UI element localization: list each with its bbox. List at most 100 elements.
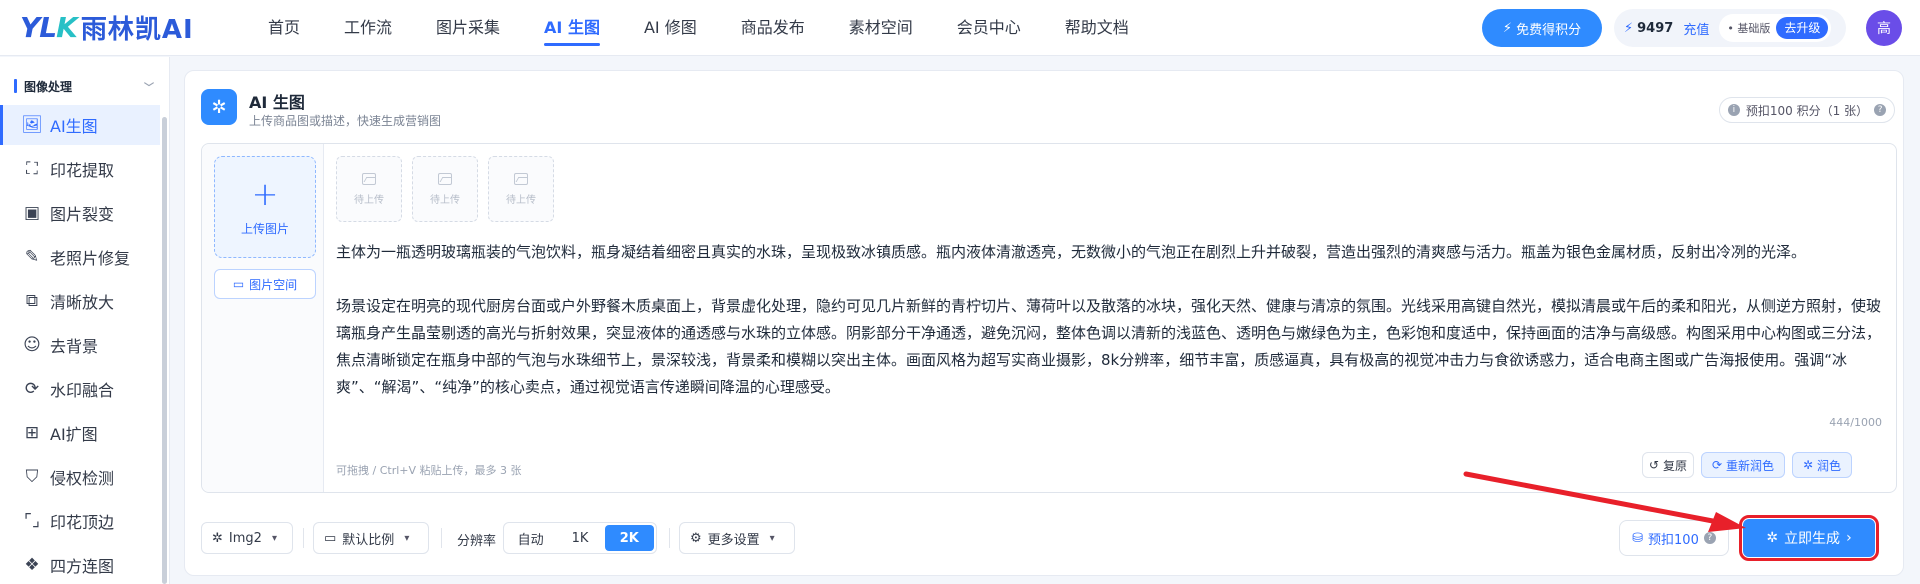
sidebar: 图像处理 ﹀ 🖼 AI生图 ⛶ 印花提取 ▣ 图片裂变 ✎ 老照片修复 ⧉ 清晰… xyxy=(0,57,170,584)
restore-button[interactable]: ↺ 复原 xyxy=(1642,452,1694,478)
nav-member-center[interactable]: 会员中心 xyxy=(957,0,1021,56)
nav-image-collect[interactable]: 图片采集 xyxy=(436,0,500,56)
resolution-option-1k[interactable]: 1K xyxy=(555,525,604,551)
restore-label: 复原 xyxy=(1663,458,1688,473)
coins-icon: ⛁ xyxy=(1632,530,1644,546)
ai-generate-card: ✲ AI 生图 上传商品图或描述，快速生成营销图 i 预扣100 积分（1 张）… xyxy=(184,70,1904,576)
sidebar-item-watermark-blend[interactable]: ⟳ 水印融合 xyxy=(0,369,160,409)
nav-ai-generate[interactable]: AI 生图 xyxy=(544,0,600,56)
person-cutout-icon: ☺ xyxy=(23,335,41,355)
sidebar-item-label: AI生图 xyxy=(50,117,98,136)
polish-button[interactable]: ✲ 润色 xyxy=(1792,452,1852,478)
recharge-link[interactable]: 充值 xyxy=(1683,19,1709,38)
ratio-select[interactable]: ▭ 默认比例 ▾ xyxy=(313,522,429,554)
tile-icon: ❖ xyxy=(24,555,40,575)
repolish-button[interactable]: ⟳ 重新润色 xyxy=(1701,452,1785,478)
logo-text: 雨林凯AI xyxy=(80,14,194,45)
chevron-down-icon: ▾ xyxy=(271,532,277,544)
sidebar-group-image-processing[interactable]: 图像处理 ﹀ xyxy=(14,77,154,95)
sidebar-item-ai-generate[interactable]: 🖼 AI生图 xyxy=(0,105,160,145)
sidebar-group-title: 图像处理 xyxy=(24,79,73,94)
plan-pill: • 基础版 去升级 xyxy=(1719,14,1832,42)
char-counter: 444/1000 xyxy=(1829,416,1882,429)
image-icon: ▣ xyxy=(23,203,41,223)
sidebar-item-label: 侵权检测 xyxy=(50,469,115,488)
nav-ai-edit[interactable]: AI 修图 xyxy=(644,0,697,56)
prompt-editor: + 上传图片 ▭ 图片空间 待上传 待上传 待上传 主体为一瓶透明玻璃瓶装的气泡… xyxy=(201,143,1897,493)
nav-home[interactable]: 首页 xyxy=(268,0,300,56)
more-settings-select[interactable]: ⚙ 更多设置 ▾ xyxy=(679,522,795,554)
thumb-label: 待上传 xyxy=(506,194,536,206)
bolt-icon: ⚡ xyxy=(1502,20,1513,36)
thumb-slot-1[interactable]: 待上传 xyxy=(336,156,402,222)
help-icon[interactable]: ? xyxy=(1703,532,1716,544)
chart-line-icon: ⧉ xyxy=(25,291,39,311)
refresh-icon: ⟳ xyxy=(1711,458,1723,472)
plus-icon: + xyxy=(251,174,279,213)
expand-image-icon: ⊞ xyxy=(24,423,40,443)
thumb-slot-3[interactable]: 待上传 xyxy=(488,156,554,222)
sidebar-item-label: 图片裂变 xyxy=(50,205,115,224)
sparkle-icon: ✲ xyxy=(1802,458,1814,472)
prompt-textarea[interactable]: 主体为一瓶透明玻璃瓶装的气泡饮料，瓶身凝结着细密且真实的水珠，呈现极致冰镇质感。… xyxy=(336,239,1886,428)
image-placeholder-icon xyxy=(514,172,528,185)
deduct-points-badge: ⛁ 预扣100 ? xyxy=(1619,520,1729,556)
sidebar-item-label: 印花提取 xyxy=(50,161,115,180)
sidebar-item-seamless-tile[interactable]: ❖ 四方连图 xyxy=(0,545,160,584)
free-points-button[interactable]: ⚡ 免费得积分 xyxy=(1482,9,1602,47)
bolt-icon: ⚡ xyxy=(1624,20,1634,36)
upgrade-button[interactable]: 去升级 xyxy=(1776,17,1829,39)
sidebar-item-label: 水印融合 xyxy=(50,381,115,400)
blend-icon: ⟳ xyxy=(24,379,40,399)
model-select[interactable]: ✲ Img2 ▾ xyxy=(201,522,293,554)
resolution-label: 分辨率 xyxy=(457,534,497,549)
extract-icon: ⛶ xyxy=(26,159,38,179)
sparkle-icon: ✲ xyxy=(201,89,237,125)
brand-logo[interactable]: YLK 雨林凯AI xyxy=(20,10,194,45)
sidebar-item-image-fission[interactable]: ▣ 图片裂变 xyxy=(0,193,160,233)
sidebar-item-infringement-check[interactable]: ⛉ 侵权检测 xyxy=(0,457,160,497)
resolution-option-auto[interactable]: 自动 xyxy=(506,525,555,551)
thumb-slot-2[interactable]: 待上传 xyxy=(412,156,478,222)
image-space-label: 图片空间 xyxy=(249,277,298,292)
nav-help-docs[interactable]: 帮助文档 xyxy=(1065,0,1129,56)
deduct-label: 预扣100 xyxy=(1648,532,1699,548)
magic-wand-icon: ✎ xyxy=(24,247,40,267)
upload-image-button[interactable]: + 上传图片 xyxy=(214,156,316,258)
image-space-button[interactable]: ▭ 图片空间 xyxy=(214,269,316,299)
generate-now-button[interactable]: ✲ 立即生成 › xyxy=(1739,515,1879,561)
nav-product-publish[interactable]: 商品发布 xyxy=(741,0,805,56)
sidebar-item-label: 四方连图 xyxy=(50,557,115,576)
nav-workflow[interactable]: 工作流 xyxy=(344,0,392,56)
sidebar-item-label: 去背景 xyxy=(50,337,99,356)
toolbar-divider xyxy=(669,528,670,548)
main-nav: 首页 工作流 图片采集 AI 生图 AI 修图 商品发布 素材空间 会员中心 帮… xyxy=(268,0,1173,56)
sidebar-item-label: AI扩图 xyxy=(50,425,98,444)
points-value: 9497 xyxy=(1637,20,1674,36)
generation-toolbar: ✲ Img2 ▾ ▭ 默认比例 ▾ 分辨率 自动 1K 2K ⚙ 更多设置 ▾ … xyxy=(185,509,1903,575)
chevron-down-icon: ▾ xyxy=(404,532,410,544)
sparkle-icon: ✲ xyxy=(212,530,223,546)
avatar[interactable]: 高 xyxy=(1866,10,1902,46)
dot-icon: • xyxy=(1727,21,1738,35)
chevron-right-icon: › xyxy=(1846,530,1852,546)
sidebar-item-print-edge[interactable]: ⌜⌟ 印花顶边 xyxy=(0,501,160,541)
generate-label: 立即生成 xyxy=(1784,531,1841,547)
sidebar-item-upscale[interactable]: ⧉ 清晰放大 xyxy=(0,281,160,321)
sidebar-scrollbar[interactable] xyxy=(162,117,167,584)
sidebar-item-photo-restore[interactable]: ✎ 老照片修复 xyxy=(0,237,160,277)
cost-label: 预扣100 积分（1 张） xyxy=(1745,103,1869,118)
prompt-paragraph-2: 场景设定在明亮的现代厨房台面或户外野餐木质桌面上，背景虚化处理，隐约可见几片新鲜… xyxy=(336,297,1882,396)
toolbar-divider xyxy=(441,528,442,548)
sidebar-item-ai-expand[interactable]: ⊞ AI扩图 xyxy=(0,413,160,453)
sidebar-item-remove-bg[interactable]: ☺ 去背景 xyxy=(0,325,160,365)
help-icon[interactable]: ? xyxy=(1874,104,1887,116)
sidebar-item-print-extract[interactable]: ⛶ 印花提取 xyxy=(0,149,160,189)
thumb-label: 待上传 xyxy=(430,194,460,206)
cost-estimate-badge: i 预扣100 积分（1 张） ? xyxy=(1719,97,1895,123)
prompt-paragraph-1: 主体为一瓶透明玻璃瓶装的气泡饮料，瓶身凝结着细密且真实的水珠，呈现极致冰镇质感。… xyxy=(336,243,1807,261)
image-placeholder-icon xyxy=(438,172,452,185)
nav-asset-space[interactable]: 素材空间 xyxy=(849,0,913,56)
image-placeholder-icon xyxy=(362,172,376,185)
resolution-option-2k[interactable]: 2K xyxy=(604,525,654,551)
